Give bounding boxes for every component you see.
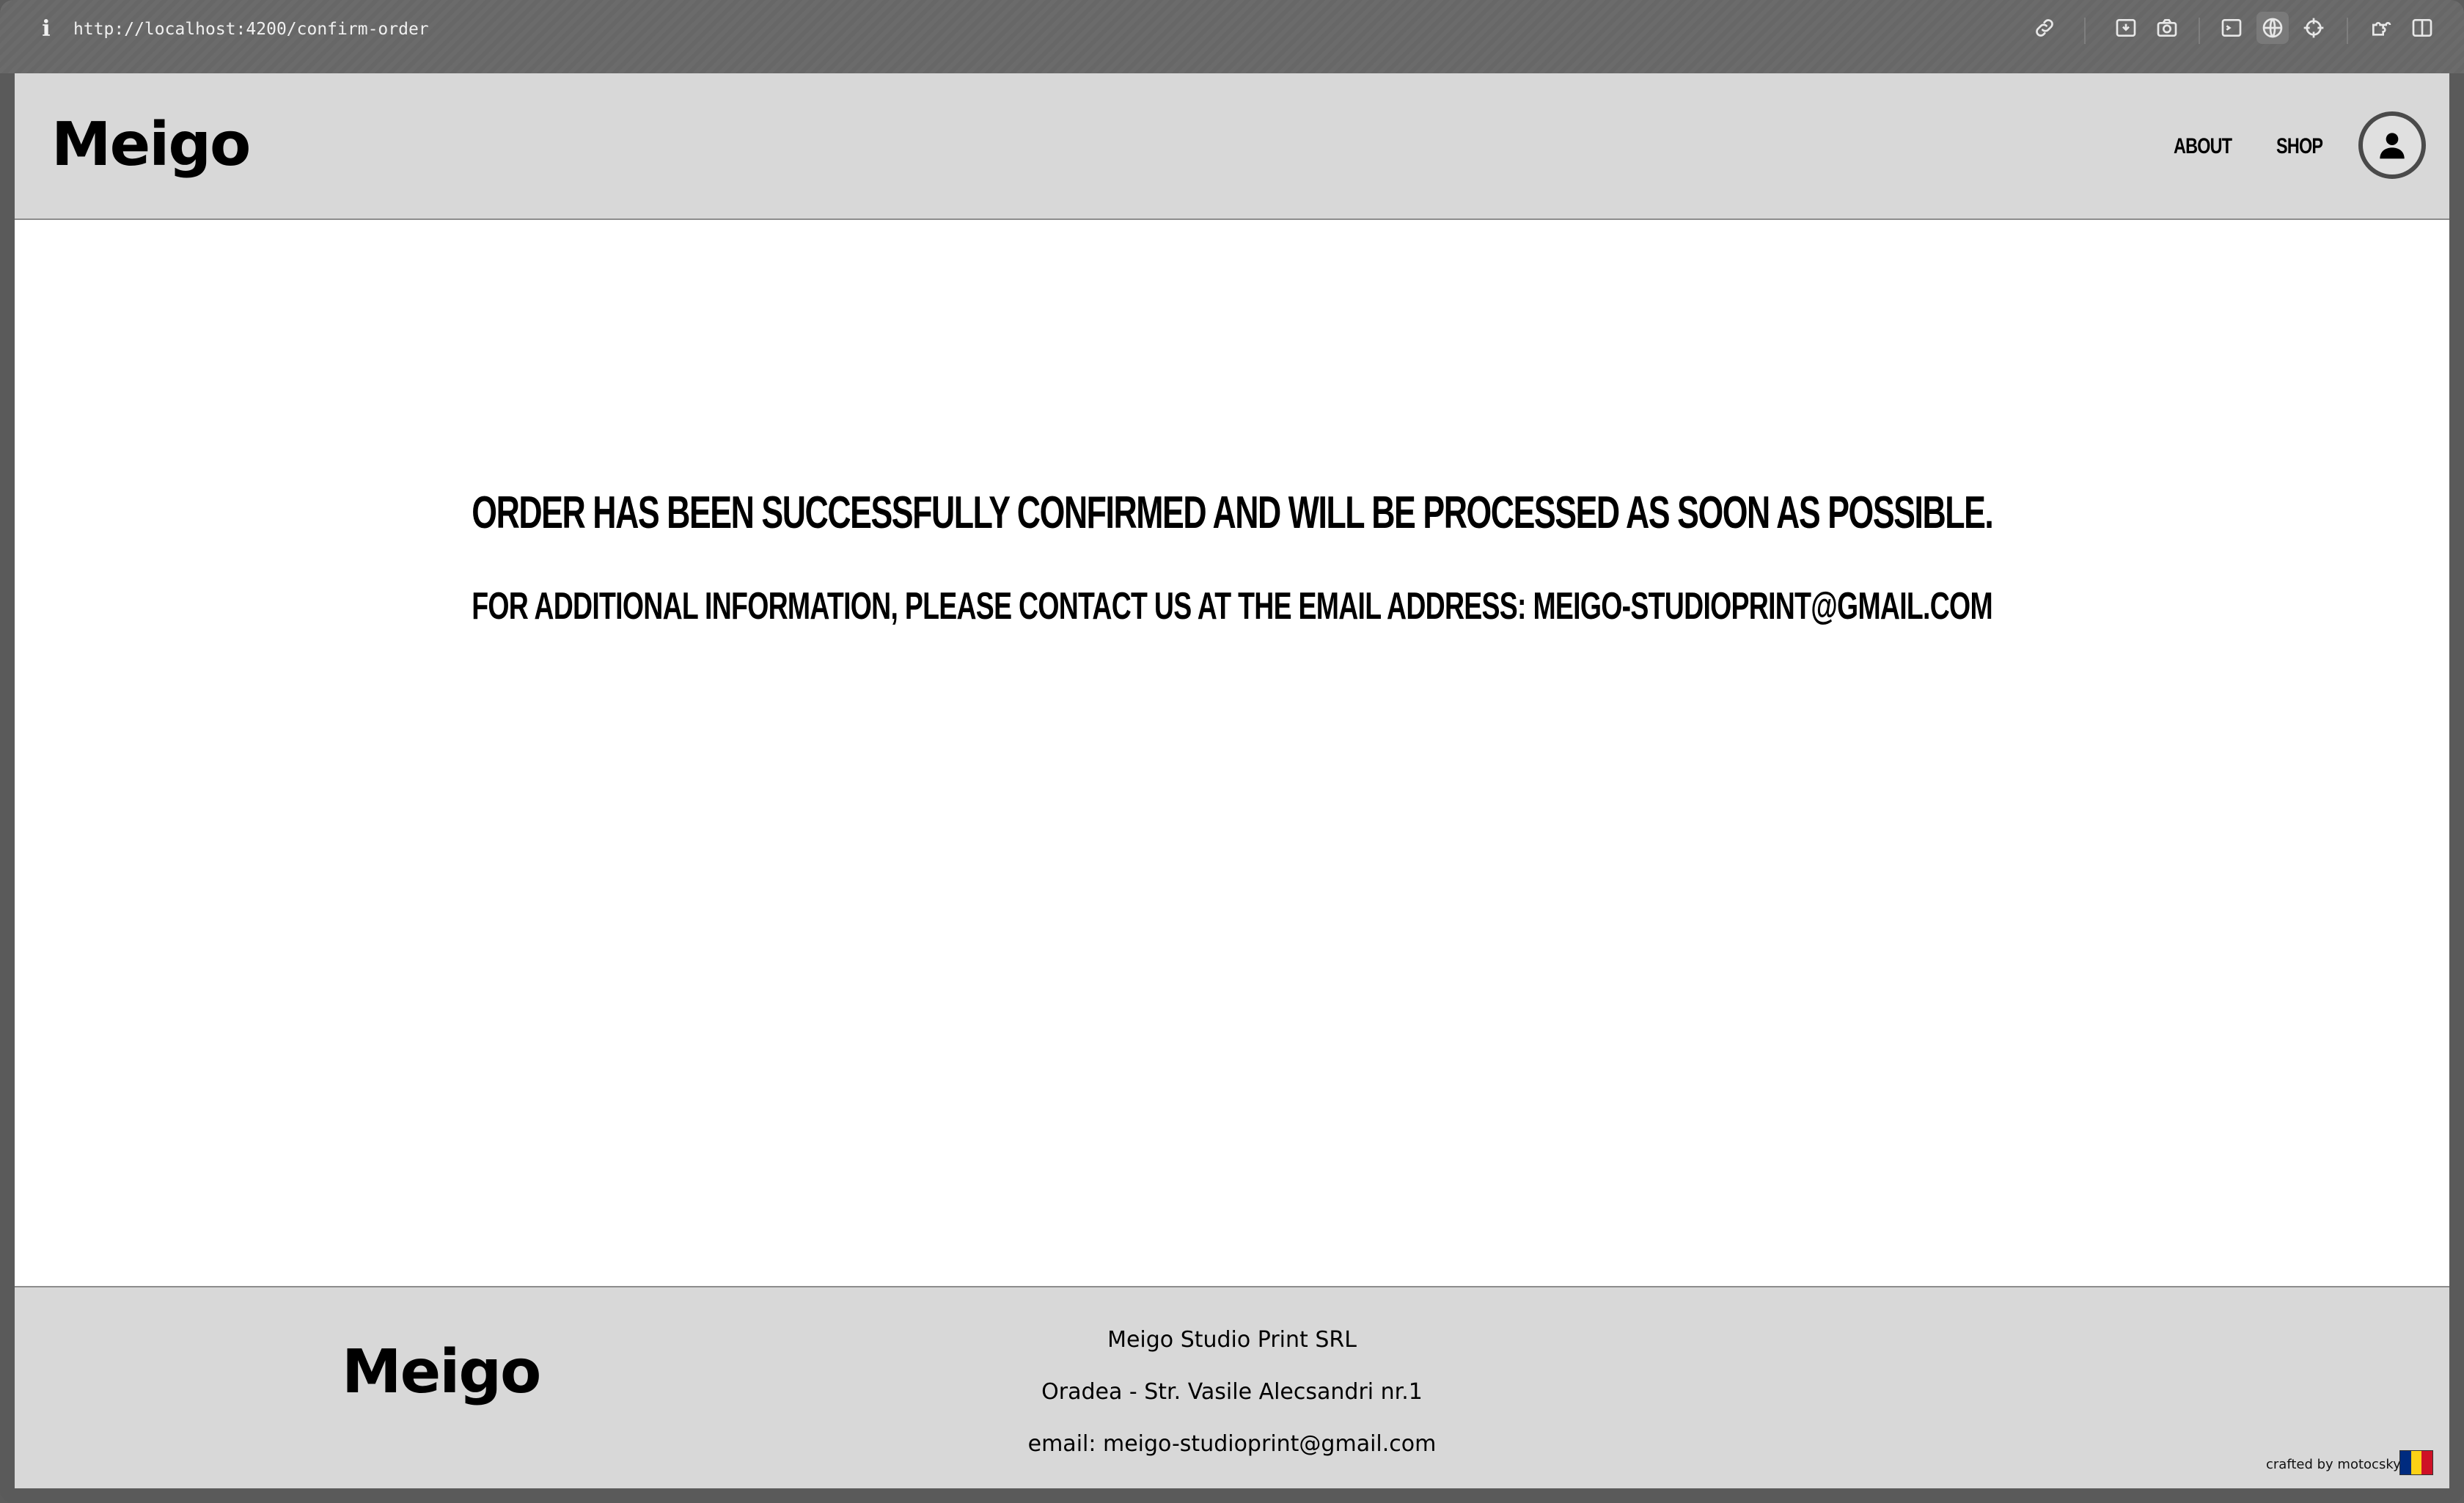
nav-about-link[interactable]: ABOUT (2174, 131, 2232, 163)
toolbar-divider (2084, 18, 2086, 44)
footer-email: email: meigo-studioprint@gmail.com (1027, 1431, 1437, 1457)
browser-window: i http://localhost:4200/confirm-order Me… (0, 0, 2464, 1503)
site-header: Meigo ABOUT SHOP (15, 73, 2449, 220)
toolbar-divider (2347, 18, 2348, 44)
split-view-icon[interactable] (2410, 15, 2435, 40)
toolbar-divider (2199, 18, 2200, 44)
web-page: Meigo ABOUT SHOP ORDER HAS BEEN SUCCESSF… (15, 73, 2449, 1488)
site-logo[interactable]: Meigo (51, 109, 251, 182)
site-info-icon[interactable]: i (38, 15, 54, 44)
globe-icon[interactable] (2256, 12, 2289, 44)
download-page-icon[interactable] (2113, 15, 2138, 40)
confirmation-headline: ORDER HAS BEEN SUCCESSFULLY CONFIRMED AN… (15, 484, 2449, 543)
browser-toolbar: i http://localhost:4200/confirm-order (0, 0, 2464, 73)
confirmation-content: ORDER HAS BEEN SUCCESSFULLY CONFIRMED AN… (15, 221, 2449, 1359)
flag-stripe-yellow (2410, 1451, 2422, 1474)
flag-stripe-blue (2400, 1451, 2411, 1474)
flag-stripe-red (2421, 1451, 2433, 1474)
romania-flag-icon (2399, 1450, 2433, 1475)
camera-icon[interactable] (2155, 15, 2179, 40)
footer-credit[interactable]: crafted by motocsky (2266, 1456, 2401, 1474)
nav-shop-link[interactable]: SHOP (2276, 131, 2323, 163)
account-button[interactable] (2358, 111, 2426, 179)
site-footer: Meigo Meigo Studio Print SRL Oradea - St… (15, 1286, 2449, 1488)
contact-info-line: FOR ADDITIONAL INFORMATION, PLEASE CONTA… (472, 585, 1992, 628)
confirmation-headline-text: ORDER HAS BEEN SUCCESSFULLY CONFIRMED AN… (471, 488, 1994, 538)
address-bar[interactable]: http://localhost:4200/confirm-order (73, 15, 429, 44)
user-icon (2380, 133, 2405, 159)
crosshair-icon[interactable] (2301, 15, 2326, 40)
extension-icon[interactable] (2369, 15, 2394, 40)
link-icon[interactable] (2032, 15, 2057, 40)
contact-info-text: FOR ADDITIONAL INFORMATION, PLEASE CONTA… (15, 581, 2449, 632)
footer-company-name: Meigo Studio Print SRL (1107, 1327, 1357, 1353)
terminal-icon[interactable] (2219, 15, 2244, 40)
footer-address: Oradea - Str. Vasile Alecsandri nr.1 (1041, 1379, 1423, 1405)
